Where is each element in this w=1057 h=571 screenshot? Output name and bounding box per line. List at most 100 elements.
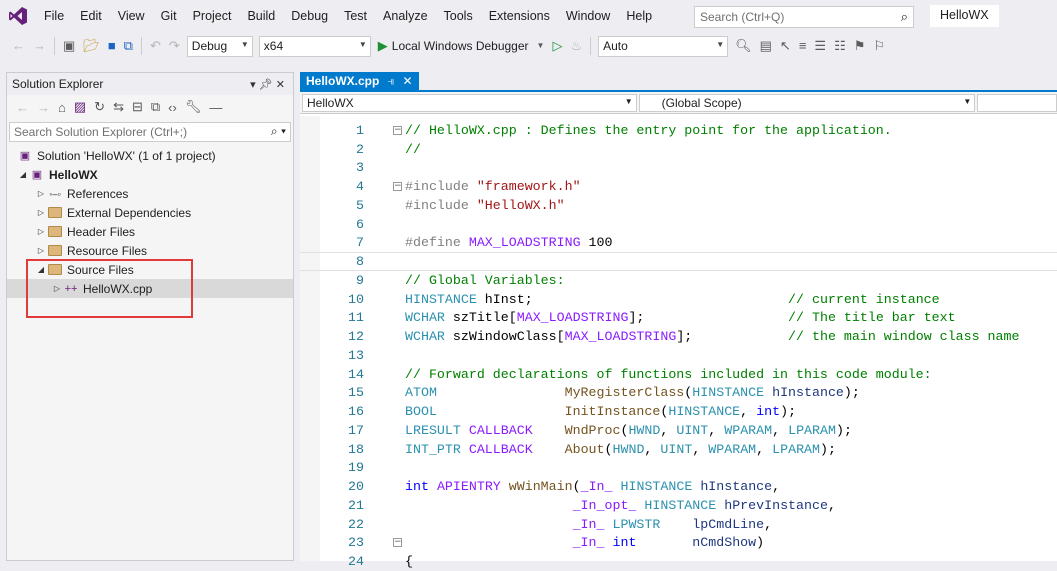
code-line[interactable]: 14 // Forward declarations of functions i… [300, 365, 1057, 384]
solution-configuration-select[interactable]: Auto ▼ [598, 35, 729, 57]
project-nav-select[interactable]: HelloWX ▼ [302, 93, 637, 112]
solution-explorer-search-input[interactable]: Search Solution Explorer (Ctrl+;) ⌕ ▾ [9, 122, 291, 142]
code-line[interactable]: 5 #include "HelloWX.h" [300, 196, 1057, 215]
chevron-down-icon: ▼ [716, 39, 725, 49]
menu-window[interactable]: Window [558, 0, 618, 32]
code-line[interactable]: 3 [300, 159, 1057, 178]
visual-studio-logo-icon[interactable] [0, 0, 36, 32]
save-icon[interactable]: ■ [104, 32, 120, 60]
redo-icon[interactable]: ↷ [165, 32, 184, 60]
pointer-icon[interactable]: ↖ [776, 32, 795, 60]
switch-views-icon[interactable]: ▨ [71, 99, 89, 115]
menu-view[interactable]: View [110, 0, 153, 32]
collapsed-arrow-icon[interactable]: ▷ [35, 246, 47, 255]
tree-node-project[interactable]: ◢ ▣ HelloWX [7, 165, 293, 184]
start-without-debugging-icon[interactable]: ▷ [548, 32, 566, 60]
menu-extensions[interactable]: Extensions [481, 0, 558, 32]
code-line[interactable]: 10 HINSTANCE hInst; // current instance [300, 290, 1057, 309]
pending-changes-icon[interactable]: ↻ [91, 99, 108, 115]
forward-icon[interactable]: → [34, 100, 53, 115]
tree-node-header-files[interactable]: ▷ Header Files [7, 222, 293, 241]
collapsed-arrow-icon[interactable]: ▷ [35, 208, 47, 217]
code-line[interactable]: 18 INT_PTR CALLBACK About(HWND, UINT, WPA… [300, 440, 1057, 459]
forward-icon[interactable]: → [29, 32, 50, 60]
code-line[interactable]: 20 int APIENTRY wWinMain(_In_ HINSTANCE h… [300, 477, 1057, 496]
line-number: 10 [348, 291, 364, 307]
menu-build[interactable]: Build [239, 0, 283, 32]
collapse-icon[interactable]: − [393, 125, 402, 135]
collapse-icon[interactable]: − [393, 538, 402, 548]
preview-icon[interactable]: ‹› [165, 100, 180, 115]
layout-icon[interactable]: ▤ [756, 32, 776, 60]
properties-icon[interactable]: 🔧︎ [182, 99, 205, 115]
menu-git[interactable]: Git [153, 0, 185, 32]
collapsed-arrow-icon[interactable]: ▷ [35, 227, 47, 236]
home-icon[interactable]: ⌂ [55, 100, 69, 115]
undo-icon[interactable]: ↶ [146, 32, 165, 60]
code-line[interactable]: 19 [300, 459, 1057, 478]
open-file-icon[interactable]: 📂︎ [79, 32, 104, 60]
menu-edit[interactable]: Edit [72, 0, 110, 32]
code-line[interactable]: 21 _In_opt_ HINSTANCE hPrevInstance, [300, 496, 1057, 515]
panel-options-icon[interactable]: ▾ 📌︎ ✕ [250, 78, 285, 91]
code-line[interactable]: 12 WCHAR szWindowClass[MAX_LOADSTRING]; /… [300, 327, 1057, 346]
platform-select[interactable]: x64 ▼ [258, 35, 371, 57]
collapsed-arrow-icon[interactable]: ▷ [35, 189, 47, 198]
tree-node-external-dependencies[interactable]: ▷ External Dependencies [7, 203, 293, 222]
code-line[interactable]: 7 #define MAX_LOADSTRING 100 [300, 234, 1057, 253]
code-line[interactable]: 1 −// HelloWX.cpp : Defines the entry poi… [300, 121, 1057, 140]
scope-nav-select[interactable]: (Global Scope) ▼ [638, 93, 976, 112]
comment-icon[interactable]: ☰ [810, 32, 830, 60]
pin-icon[interactable]: — [206, 100, 225, 115]
save-all-icon[interactable]: ⧉ [120, 32, 137, 60]
back-icon[interactable]: ← [8, 32, 29, 60]
start-debugging-button[interactable]: Local Windows Debugger [392, 39, 533, 53]
menu-project[interactable]: Project [185, 0, 240, 32]
find-in-files-icon[interactable]: 🔍︎ [731, 32, 756, 60]
code-line[interactable]: 23 − _In_ int nCmdShow) [300, 534, 1057, 553]
uncomment-icon[interactable]: ☷ [830, 32, 850, 60]
bookmark-next-icon[interactable]: ⚐ [869, 32, 889, 60]
expanded-arrow-icon[interactable]: ◢ [17, 170, 29, 179]
menu-tools[interactable]: Tools [436, 0, 481, 32]
menu-file[interactable]: File [36, 0, 72, 32]
collapse-all-icon[interactable]: ⊟ [129, 99, 146, 115]
start-debugging-icon[interactable]: ▶ [374, 32, 392, 60]
chevron-down-icon[interactable]: ▼ [533, 32, 549, 60]
tree-node-solution[interactable]: ▣ Solution 'HelloWX' (1 of 1 project) [7, 146, 293, 165]
hot-reload-icon[interactable]: ♨ [566, 32, 586, 60]
code-line[interactable]: 17 LRESULT CALLBACK WndProc(HWND, UINT, W… [300, 421, 1057, 440]
code-line[interactable]: 8 [300, 252, 1057, 271]
collapse-icon[interactable]: − [393, 182, 402, 192]
code-line[interactable]: 9 // Global Variables: [300, 271, 1057, 290]
menu-analyze[interactable]: Analyze [375, 0, 435, 32]
back-icon[interactable]: ← [13, 100, 32, 115]
global-search-input[interactable]: Search (Ctrl+Q) ⌕ [694, 6, 914, 28]
menu-test[interactable]: Test [336, 0, 375, 32]
code-line[interactable]: 16 BOOL InitInstance(HINSTANCE, int); [300, 402, 1057, 421]
tree-node-resource-files[interactable]: ▷ Resource Files [7, 241, 293, 260]
code-line[interactable]: 24 { [300, 552, 1057, 571]
show-all-files-icon[interactable]: ⧉ [148, 99, 163, 115]
configuration-select[interactable]: Debug ▼ [186, 35, 253, 57]
pin-tab-icon[interactable]: ⫣ [387, 74, 394, 89]
code-line[interactable]: 15 ATOM MyRegisterClass(HINSTANCE hInstan… [300, 384, 1057, 403]
sync-icon[interactable]: ⇆ [110, 99, 127, 115]
member-nav-select[interactable] [977, 93, 1057, 112]
new-project-icon[interactable]: ▣ [59, 32, 79, 60]
code-line[interactable]: 13 [300, 346, 1057, 365]
code-line[interactable]: 4 − #include "framework.h" [300, 177, 1057, 196]
menu-help[interactable]: Help [618, 0, 660, 32]
step-icon[interactable]: ≡ [795, 32, 811, 60]
tree-node-references[interactable]: ▷ ◦–▫ References [7, 184, 293, 203]
code-area[interactable]: 1−// HelloWX.cpp : Defines the entry poi… [300, 116, 1057, 569]
code-line[interactable]: 6 [300, 215, 1057, 234]
code-line[interactable]: 2 // [300, 140, 1057, 159]
close-icon[interactable]: ✕ [403, 74, 413, 88]
code-text: #include "HelloWX.h" [405, 198, 565, 213]
code-line[interactable]: 22 _In_ LPWSTR lpCmdLine, [300, 515, 1057, 534]
tab-hellowx-cpp[interactable]: HelloWX.cpp ⫣ ✕ [300, 72, 419, 90]
bookmark-icon[interactable]: ⚑ [850, 32, 870, 60]
code-line[interactable]: 11 WCHAR szTitle[MAX_LOADSTRING]; // The … [300, 309, 1057, 328]
menu-debug[interactable]: Debug [283, 0, 336, 32]
